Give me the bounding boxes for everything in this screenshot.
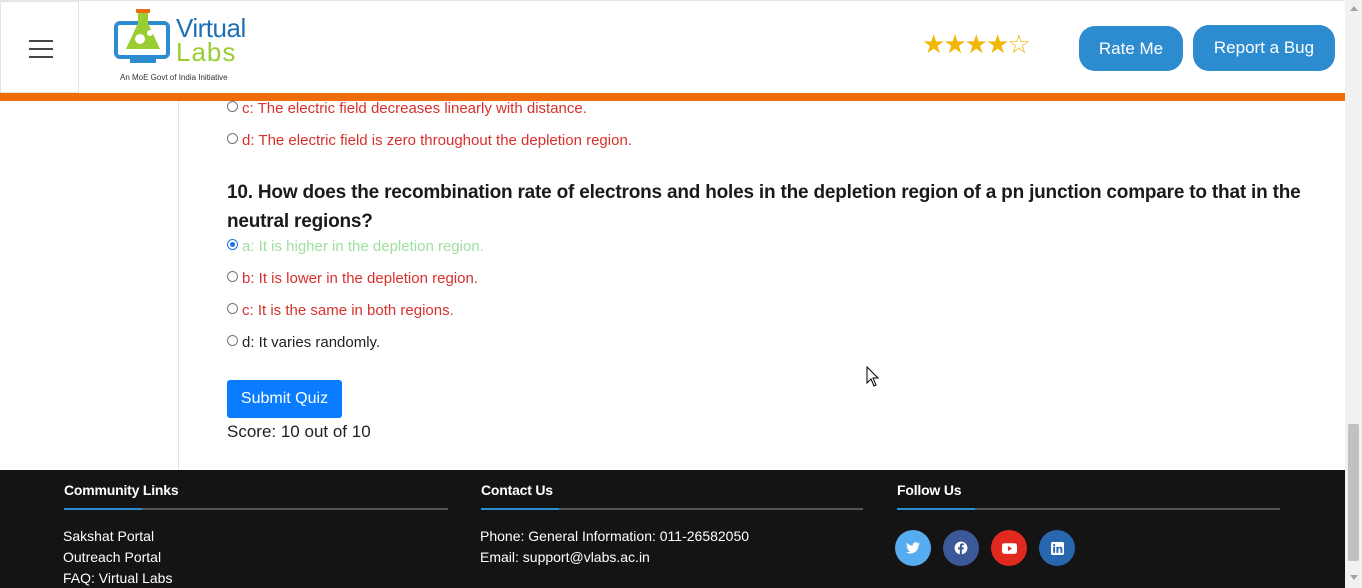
report-bug-button[interactable]: Report a Bug <box>1193 25 1335 71</box>
option-label: b: It is lower in the depletion region. <box>242 270 478 287</box>
header-accent-bar <box>0 93 1345 101</box>
flask-logo-icon <box>114 9 170 63</box>
site-footer: Community Links Sakshat Portal Outreach … <box>0 470 1345 588</box>
radio-button[interactable] <box>227 271 238 282</box>
contact-email[interactable]: Email: support@vlabs.ac.in <box>480 549 650 565</box>
heading-underline <box>64 508 448 510</box>
star-filled-icon[interactable]: ★ <box>965 30 988 60</box>
youtube-icon[interactable] <box>991 530 1027 566</box>
radio-button[interactable] <box>227 335 238 346</box>
follow-us-heading: Follow Us <box>897 482 962 498</box>
radio-button[interactable] <box>227 303 238 314</box>
page-scrollbar[interactable] <box>1345 0 1362 588</box>
radio-button[interactable] <box>227 133 238 144</box>
scrollbar-thumb[interactable] <box>1348 424 1359 561</box>
option-a[interactable]: a: It is higher in the depletion region. <box>227 238 484 255</box>
option-c[interactable]: c: It is the same in both regions. <box>227 302 454 319</box>
scroll-up-arrow-icon[interactable] <box>1350 6 1358 11</box>
twitter-icon[interactable] <box>895 530 931 566</box>
hamburger-line <box>29 56 53 58</box>
option-b[interactable]: b: It is lower in the depletion region. <box>227 270 478 287</box>
heading-underline <box>481 508 863 510</box>
mouse-cursor-icon <box>866 366 880 387</box>
linkedin-icon[interactable] <box>1039 530 1075 566</box>
star-empty-icon[interactable]: ☆ <box>1007 30 1030 60</box>
star-filled-icon[interactable]: ★ <box>943 30 966 60</box>
footer-link-sakshat[interactable]: Sakshat Portal <box>63 528 154 544</box>
hamburger-line <box>29 40 53 42</box>
logo-brand-line2: Labs <box>176 37 237 67</box>
prev-option-d[interactable]: d: The electric field is zero throughout… <box>227 132 632 149</box>
option-label: d: It varies randomly. <box>242 334 381 351</box>
virtual-labs-logo[interactable]: Virtual Labs An MoE Govt of India Initia… <box>110 7 260 87</box>
prev-option-c[interactable]: c: The electric field decreases linearly… <box>227 100 587 117</box>
scroll-down-arrow-icon[interactable] <box>1350 575 1358 580</box>
logo-tagline: An MoE Govt of India Initiative <box>120 73 228 82</box>
site-header: Virtual Labs An MoE Govt of India Initia… <box>0 0 1345 94</box>
question-10-text: 10. How does the recombination rate of e… <box>227 182 1301 232</box>
community-links-heading: Community Links <box>64 482 179 498</box>
hamburger-line <box>29 48 53 50</box>
sidebar-divider <box>178 101 179 470</box>
radio-button-selected[interactable] <box>227 239 238 250</box>
contact-us-heading: Contact Us <box>481 482 553 498</box>
score-text: Score: 10 out of 10 <box>227 422 371 441</box>
footer-link-faq[interactable]: FAQ: Virtual Labs <box>63 570 172 586</box>
option-label: c: The electric field decreases linearly… <box>242 100 587 117</box>
hamburger-menu-button[interactable] <box>0 1 79 93</box>
star-rating[interactable]: ★★★★☆ <box>922 30 1031 60</box>
option-d[interactable]: d: It varies randomly. <box>227 334 380 351</box>
contact-phone: Phone: General Information: 011-26582050 <box>480 528 750 544</box>
rate-me-button[interactable]: Rate Me <box>1079 26 1183 71</box>
option-label: a: It is higher in the depletion region. <box>242 238 484 255</box>
submit-quiz-button[interactable]: Submit Quiz <box>227 380 342 418</box>
footer-link-outreach[interactable]: Outreach Portal <box>63 549 161 565</box>
heading-underline <box>897 508 1280 510</box>
option-label: d: The electric field is zero throughout… <box>242 132 632 149</box>
star-filled-icon[interactable]: ★ <box>922 30 945 60</box>
option-label: c: It is the same in both regions. <box>242 302 454 319</box>
radio-button[interactable] <box>227 101 238 112</box>
star-filled-icon[interactable]: ★ <box>986 30 1009 60</box>
facebook-icon[interactable] <box>943 530 979 566</box>
